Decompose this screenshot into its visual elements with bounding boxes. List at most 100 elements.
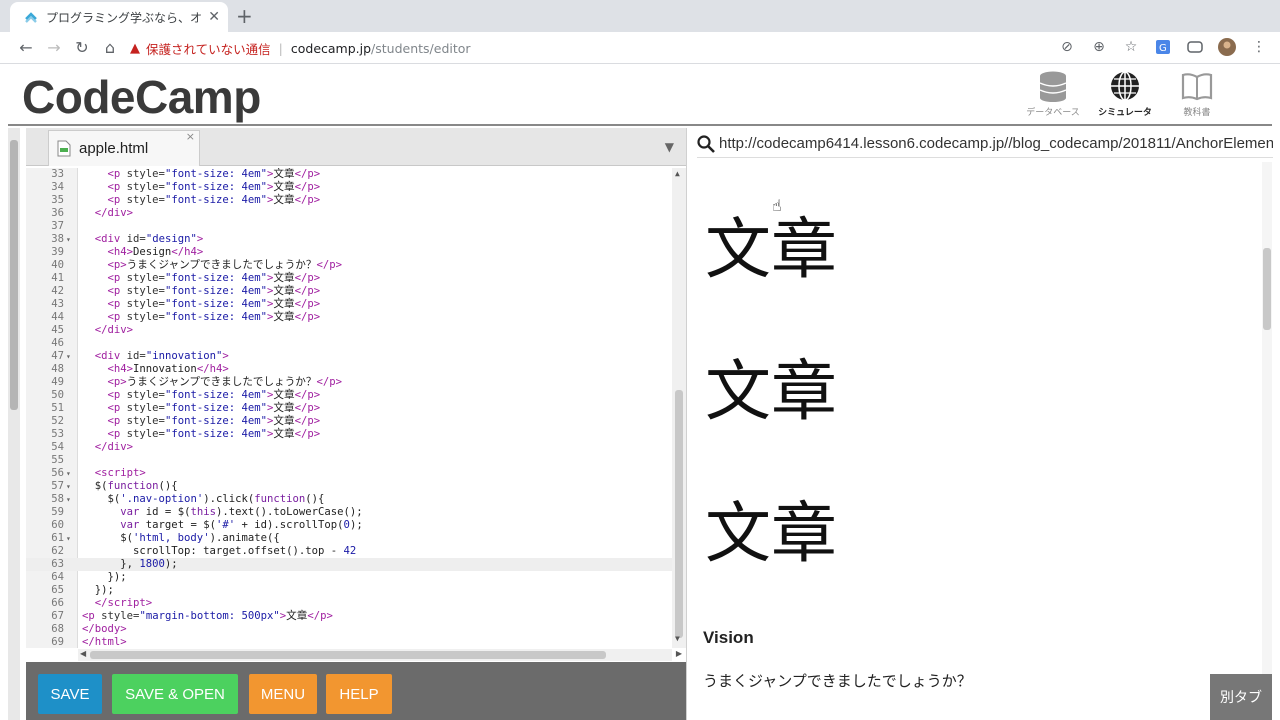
- star-icon[interactable]: ☆: [1122, 38, 1140, 56]
- code-text[interactable]: <p style="font-size: 4em">文章</p>: [82, 272, 321, 285]
- code-line[interactable]: 43 <p style="font-size: 4em">文章</p>: [26, 298, 672, 311]
- code-text[interactable]: <p style="font-size: 4em">文章</p>: [82, 285, 321, 298]
- fold-toggle-icon[interactable]: ▾: [66, 350, 71, 363]
- code-line[interactable]: 58 ▾ $('.nav-option').click(function(){: [26, 493, 672, 506]
- code-text[interactable]: <p>うまくジャンプできましたでしょうか？</p>: [82, 259, 343, 272]
- save-button[interactable]: SAVE: [38, 674, 102, 714]
- database-button[interactable]: データベース: [1026, 70, 1080, 118]
- code-text[interactable]: <p style="font-size: 4em">文章</p>: [82, 415, 321, 428]
- page-scrollbar[interactable]: [8, 128, 20, 720]
- code-line[interactable]: 64 });: [26, 571, 672, 584]
- code-text[interactable]: </body>: [82, 623, 127, 636]
- browser-tab[interactable]: プログラミング学ぶなら、オンラ ✕: [10, 2, 228, 32]
- code-text[interactable]: <div id="design">: [82, 233, 203, 246]
- file-tab[interactable]: apple.html ×: [48, 130, 200, 166]
- code-line[interactable]: 35 <p style="font-size: 4em">文章</p>: [26, 194, 672, 207]
- fold-toggle-icon[interactable]: ▾: [66, 532, 71, 545]
- open-new-tab-button[interactable]: 別タブ: [1210, 674, 1272, 720]
- code-text[interactable]: <p style="font-size: 4em">文章</p>: [82, 168, 321, 181]
- code-area[interactable]: 33 <p style="font-size: 4em">文章</p> 34 <p…: [26, 168, 686, 648]
- menu-button[interactable]: MENU: [249, 674, 317, 714]
- more-menu-icon[interactable]: ⋮: [1250, 38, 1268, 56]
- save-and-open-button[interactable]: SAVE & OPEN: [112, 674, 238, 714]
- preview-url[interactable]: http://codecamp6414.lesson6.codecamp.jp/…: [719, 135, 1273, 152]
- code-line[interactable]: 49 <p>うまくジャンプできましたでしょうか？</p>: [26, 376, 672, 389]
- code-line[interactable]: 59 var id = $(this).text().toLowerCase()…: [26, 506, 672, 519]
- code-line[interactable]: 57 ▾ $(function(){: [26, 480, 672, 493]
- fold-toggle-icon[interactable]: ▾: [66, 233, 71, 246]
- code-line[interactable]: 52 <p style="font-size: 4em">文章</p>: [26, 415, 672, 428]
- code-line[interactable]: 47 ▾ <div id="innovation">: [26, 350, 672, 363]
- editor-horizontal-scrollbar[interactable]: ◀ ▶: [78, 649, 682, 661]
- avatar[interactable]: [1218, 38, 1236, 56]
- code-text[interactable]: <p style="font-size: 4em">文章</p>: [82, 311, 321, 324]
- code-line[interactable]: 46: [26, 337, 672, 350]
- close-tab-icon[interactable]: ✕: [208, 9, 220, 25]
- code-text[interactable]: </script>: [82, 597, 152, 610]
- warning-icon[interactable]: ▲: [130, 41, 140, 56]
- code-line[interactable]: 69 </html>: [26, 636, 672, 648]
- textbook-button[interactable]: 教科書: [1172, 70, 1222, 118]
- extension-icon[interactable]: [1186, 38, 1204, 56]
- code-text[interactable]: var target = $('#' + id).scrollTop(0);: [82, 519, 362, 532]
- fold-toggle-icon[interactable]: ▾: [66, 493, 71, 506]
- code-line[interactable]: 50 <p style="font-size: 4em">文章</p>: [26, 389, 672, 402]
- fold-toggle-icon[interactable]: ▾: [66, 480, 71, 493]
- code-text[interactable]: <h4>Design</h4>: [82, 246, 204, 259]
- translate-icon[interactable]: G: [1154, 38, 1172, 56]
- home-icon[interactable]: ⌂: [96, 38, 124, 57]
- reload-icon[interactable]: ↻: [68, 38, 96, 57]
- close-file-icon[interactable]: ×: [186, 130, 195, 143]
- url-host[interactable]: codecamp.jp: [291, 41, 371, 56]
- code-text[interactable]: </div>: [82, 441, 133, 454]
- code-text[interactable]: <p style="font-size: 4em">文章</p>: [82, 428, 321, 441]
- code-line[interactable]: 34 <p style="font-size: 4em">文章</p>: [26, 181, 672, 194]
- code-line[interactable]: 33 <p style="font-size: 4em">文章</p>: [26, 168, 672, 181]
- code-text[interactable]: $('.nav-option').click(function(){: [82, 493, 325, 506]
- code-line[interactable]: 51 <p style="font-size: 4em">文章</p>: [26, 402, 672, 415]
- code-line[interactable]: 55: [26, 454, 672, 467]
- security-label[interactable]: 保護されていない通信: [146, 39, 271, 58]
- code-text[interactable]: <div id="innovation">: [82, 350, 229, 363]
- code-text[interactable]: <p>うまくジャンプできましたでしょうか？</p>: [82, 376, 343, 389]
- code-text[interactable]: });: [82, 571, 127, 584]
- blocked-icon[interactable]: ⊘: [1058, 38, 1076, 56]
- back-icon[interactable]: ←: [12, 38, 40, 57]
- code-text[interactable]: });: [82, 584, 114, 597]
- code-line[interactable]: 45 </div>: [26, 324, 672, 337]
- code-line[interactable]: 66 </script>: [26, 597, 672, 610]
- code-line[interactable]: 60 var target = $('#' + id).scrollTop(0)…: [26, 519, 672, 532]
- code-text[interactable]: <p style="font-size: 4em">文章</p>: [82, 181, 321, 194]
- code-line[interactable]: 61 ▾ $('html, body').animate({: [26, 532, 672, 545]
- code-line[interactable]: 37: [26, 220, 672, 233]
- code-line[interactable]: 67 <p style="margin-bottom: 500px">文章</p>: [26, 610, 672, 623]
- code-text[interactable]: scrollTop: target.offset().top - 42: [82, 545, 356, 558]
- code-text[interactable]: <script>: [82, 467, 146, 480]
- code-line[interactable]: 36 </div>: [26, 207, 672, 220]
- code-line[interactable]: 53 <p style="font-size: 4em">文章</p>: [26, 428, 672, 441]
- code-text[interactable]: <p style="font-size: 4em">文章</p>: [82, 402, 321, 415]
- code-text[interactable]: <p style="font-size: 4em">文章</p>: [82, 389, 321, 402]
- code-text[interactable]: <p style="font-size: 4em">文章</p>: [82, 194, 321, 207]
- codecamp-logo[interactable]: CodeCamp: [22, 70, 261, 124]
- simulator-button[interactable]: シミュレータ: [1098, 70, 1152, 118]
- code-text[interactable]: <p style="margin-bottom: 500px">文章</p>: [82, 610, 333, 623]
- help-button[interactable]: HELP: [326, 674, 392, 714]
- forward-icon[interactable]: →: [40, 38, 68, 57]
- code-line[interactable]: 68 </body>: [26, 623, 672, 636]
- code-text[interactable]: var id = $(this).text().toLowerCase();: [82, 506, 362, 519]
- editor-vertical-scrollbar[interactable]: ▲ ▼: [672, 168, 686, 648]
- code-line[interactable]: 42 <p style="font-size: 4em">文章</p>: [26, 285, 672, 298]
- code-line[interactable]: 48 <h4>Innovation</h4>: [26, 363, 672, 376]
- code-line[interactable]: 65 });: [26, 584, 672, 597]
- code-text[interactable]: $('html, body').animate({: [82, 532, 279, 545]
- code-line[interactable]: 38 ▾ <div id="design">: [26, 233, 672, 246]
- code-line[interactable]: 44 <p style="font-size: 4em">文章</p>: [26, 311, 672, 324]
- code-text[interactable]: <h4>Innovation</h4>: [82, 363, 229, 376]
- url-path[interactable]: /students/editor: [371, 41, 471, 56]
- code-line[interactable]: 54 </div>: [26, 441, 672, 454]
- code-line[interactable]: 40 <p>うまくジャンプできましたでしょうか？</p>: [26, 259, 672, 272]
- preview-scrollbar[interactable]: [1262, 162, 1272, 720]
- fold-toggle-icon[interactable]: ▾: [66, 467, 71, 480]
- code-line[interactable]: 62 scrollTop: target.offset().top - 42: [26, 545, 672, 558]
